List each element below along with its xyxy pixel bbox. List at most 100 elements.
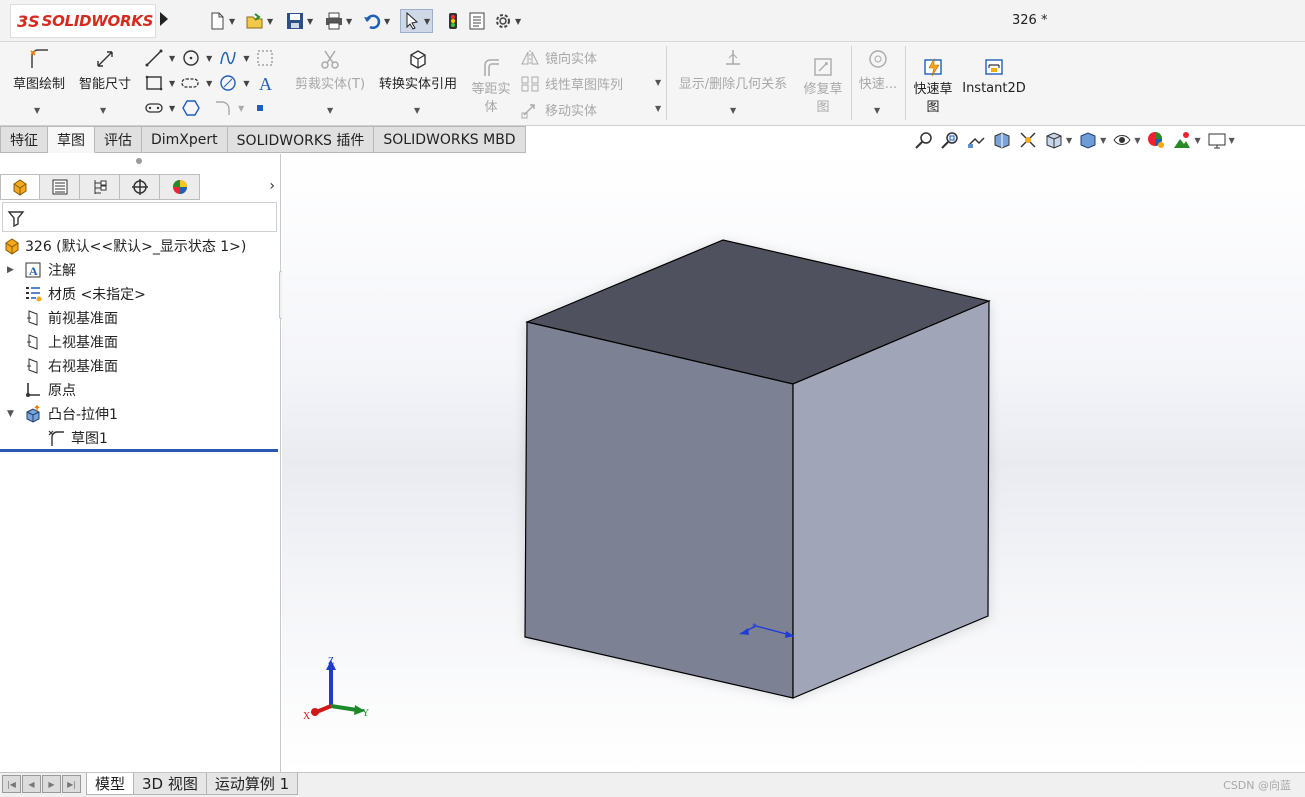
rapid-sketch-button[interactable]: 快速草 图 bbox=[910, 56, 956, 117]
chevron-down-icon[interactable]: ▼ bbox=[655, 78, 661, 87]
tab-evaluate[interactable]: 评估 bbox=[95, 126, 142, 153]
circle-icon[interactable] bbox=[181, 48, 201, 68]
polygon-icon[interactable] bbox=[181, 98, 201, 118]
chevron-down-icon[interactable]: ▼ bbox=[169, 104, 175, 113]
tab-solidworks-addins[interactable]: SOLIDWORKS 插件 bbox=[227, 126, 375, 153]
chevron-down-icon[interactable]: ▼ bbox=[243, 79, 249, 88]
repair-sketch-button[interactable]: 修复草 图 bbox=[800, 56, 846, 117]
chevron-down-icon[interactable]: ▼ bbox=[414, 106, 420, 115]
tab-displaymanager[interactable] bbox=[160, 174, 200, 200]
graphics-area[interactable]: * Z X Y bbox=[282, 154, 1305, 772]
smart-dimension-button[interactable]: 智能尺寸 bbox=[74, 48, 136, 92]
last-tab-icon[interactable]: ▶| bbox=[62, 775, 81, 793]
text-icon[interactable]: A bbox=[255, 73, 275, 93]
rectangle-icon[interactable] bbox=[144, 73, 164, 93]
chevron-down-icon[interactable]: ▼ bbox=[307, 17, 313, 26]
chevron-down-icon[interactable]: ▼ bbox=[1229, 136, 1235, 145]
print-button[interactable]: ▼ bbox=[325, 10, 352, 32]
previous-view-icon[interactable] bbox=[966, 130, 986, 150]
tab-dimxpertmanager[interactable] bbox=[120, 174, 160, 200]
chevron-down-icon[interactable]: ▼ bbox=[169, 79, 175, 88]
tab-3d-views[interactable]: 3D 视图 bbox=[133, 773, 207, 795]
zoom-to-area-icon[interactable] bbox=[940, 130, 960, 150]
tree-item-annotations[interactable]: ▶ A 注解 bbox=[0, 258, 281, 282]
undo-button[interactable]: ▼ bbox=[363, 10, 390, 32]
move-entities-button[interactable]: 移动实体 bbox=[520, 100, 597, 119]
tree-item-sketch1[interactable]: 草图1 bbox=[0, 426, 281, 450]
display-style-icon[interactable] bbox=[1078, 130, 1098, 150]
chevron-down-icon[interactable]: ▼ bbox=[34, 106, 40, 115]
tree-root-part[interactable]: 326 (默认<<默认>_显示状态 1>) bbox=[0, 234, 281, 258]
tab-solidworks-mbd[interactable]: SOLIDWORKS MBD bbox=[374, 126, 526, 153]
tab-motion-study[interactable]: 运动算例 1 bbox=[205, 773, 299, 795]
tab-dimxpert[interactable]: DimXpert bbox=[142, 126, 228, 153]
sketch-button[interactable]: 草图绘制 bbox=[8, 48, 70, 92]
tree-item-top-plane[interactable]: 上视基准面 bbox=[0, 330, 281, 354]
chevron-down-icon[interactable]: ▼ bbox=[243, 54, 249, 63]
tree-item-right-plane[interactable]: 右视基准面 bbox=[0, 354, 281, 378]
tab-features[interactable]: 特征 bbox=[0, 126, 48, 153]
convert-entities-button[interactable]: 转换实体引用 bbox=[374, 48, 462, 92]
next-tab-icon[interactable]: ▶ bbox=[42, 775, 61, 793]
view-settings-icon[interactable] bbox=[1207, 130, 1227, 150]
dynamic-annotation-icon[interactable] bbox=[1018, 130, 1038, 150]
mirror-entities-button[interactable]: 镜向实体 bbox=[520, 48, 597, 67]
hide-show-items-icon[interactable] bbox=[1112, 130, 1132, 150]
save-button[interactable]: ▼ bbox=[286, 10, 313, 32]
display-relations-button[interactable]: 显示/删除几何关系 bbox=[674, 48, 792, 92]
construction-geometry-icon[interactable] bbox=[255, 48, 275, 68]
edit-appearance-icon[interactable] bbox=[1146, 130, 1166, 150]
zoom-to-fit-icon[interactable] bbox=[914, 130, 934, 150]
solidworks-logo[interactable]: 3S SOLIDWORKS bbox=[10, 4, 156, 38]
instant2d-button[interactable]: Instant2D bbox=[962, 56, 1026, 96]
previous-tab-icon[interactable]: ◀ bbox=[22, 775, 41, 793]
chevron-down-icon[interactable]: ▼ bbox=[655, 104, 661, 113]
slot-icon[interactable] bbox=[181, 73, 201, 93]
chevron-down-icon[interactable]: ▼ bbox=[1100, 136, 1106, 145]
chevron-down-icon[interactable]: ▼ bbox=[1194, 136, 1200, 145]
tree-item-boss-extrude[interactable]: ▼ 凸台-拉伸1 bbox=[0, 402, 281, 426]
chevron-down-icon[interactable]: ▼ bbox=[169, 54, 175, 63]
chevron-right-icon[interactable]: › bbox=[269, 178, 275, 194]
first-tab-icon[interactable]: |◀ bbox=[2, 775, 21, 793]
tab-propertymanager[interactable] bbox=[40, 174, 80, 200]
chevron-down-icon[interactable]: ▼ bbox=[1134, 136, 1140, 145]
tree-item-origin[interactable]: 原点 bbox=[0, 378, 281, 402]
new-document-button[interactable]: ▼ bbox=[208, 10, 235, 32]
point-icon[interactable] bbox=[250, 98, 270, 118]
arc-icon[interactable] bbox=[218, 73, 238, 93]
chevron-down-icon[interactable]: ▼ bbox=[7, 409, 14, 419]
trim-entities-button[interactable]: 剪裁实体(T) bbox=[292, 48, 368, 92]
file-properties-button[interactable] bbox=[468, 10, 486, 32]
linear-pattern-button[interactable]: 线性草图阵列 bbox=[520, 74, 623, 93]
open-document-button[interactable]: ▼ bbox=[246, 10, 273, 32]
model-canvas[interactable]: * Z X Y bbox=[282, 154, 1305, 772]
rollback-bar[interactable] bbox=[0, 449, 278, 452]
select-button[interactable]: ▼ bbox=[400, 9, 434, 33]
line-icon[interactable] bbox=[144, 48, 164, 68]
chevron-down-icon[interactable]: ▼ bbox=[206, 79, 212, 88]
chevron-down-icon[interactable]: ▼ bbox=[327, 106, 333, 115]
spline-icon[interactable] bbox=[218, 48, 238, 68]
chevron-down-icon[interactable]: ▼ bbox=[730, 106, 736, 115]
chevron-down-icon[interactable]: ▼ bbox=[100, 106, 106, 115]
menu-expand-arrow-icon[interactable] bbox=[160, 12, 168, 26]
feature-filter-box[interactable] bbox=[2, 202, 277, 232]
cube-front-face[interactable] bbox=[524, 321, 794, 699]
section-view-icon[interactable] bbox=[992, 130, 1012, 150]
tab-configurationmanager[interactable] bbox=[80, 174, 120, 200]
chevron-down-icon[interactable]: ▼ bbox=[206, 54, 212, 63]
offset-entities-button[interactable]: 等距实 体 bbox=[468, 56, 514, 117]
chevron-down-icon[interactable]: ▼ bbox=[424, 17, 430, 26]
chevron-down-icon[interactable]: ▼ bbox=[1066, 136, 1072, 145]
chevron-down-icon[interactable]: ▼ bbox=[229, 17, 235, 26]
tree-item-material[interactable]: 材质 <未指定> bbox=[0, 282, 281, 306]
chevron-down-icon[interactable]: ▼ bbox=[874, 106, 880, 115]
chevron-down-icon[interactable]: ▼ bbox=[384, 17, 390, 26]
tree-item-front-plane[interactable]: 前视基准面 bbox=[0, 306, 281, 330]
tab-sketch[interactable]: 草图 bbox=[48, 126, 95, 153]
chevron-down-icon[interactable]: ▼ bbox=[515, 17, 521, 26]
chevron-down-icon[interactable]: ▼ bbox=[267, 17, 273, 26]
apply-scene-icon[interactable] bbox=[1172, 130, 1192, 150]
panel-grip[interactable] bbox=[136, 158, 142, 164]
